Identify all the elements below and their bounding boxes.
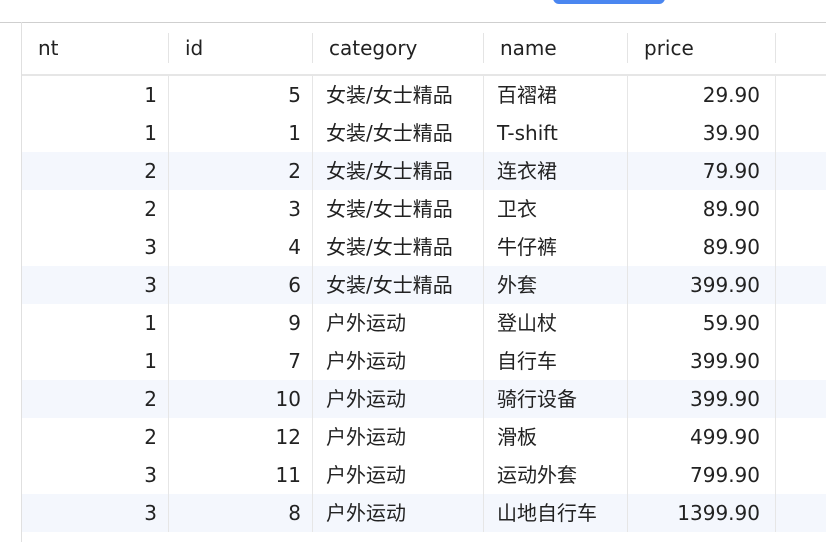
table-row[interactable]: 2 12 户外运动 滑板 499.90 bbox=[22, 418, 826, 456]
cell-nt[interactable]: 1 bbox=[22, 342, 169, 380]
cell-price[interactable]: 399.90 bbox=[628, 342, 776, 380]
table-row[interactable]: 3 11 户外运动 运动外套 799.90 bbox=[22, 456, 826, 494]
cell-nt[interactable]: 1 bbox=[22, 114, 169, 152]
cell-price[interactable]: 1399.90 bbox=[628, 494, 776, 532]
cell-name[interactable]: 骑行设备 bbox=[484, 380, 628, 418]
cell-category[interactable]: 女装/女士精品 bbox=[313, 228, 484, 266]
cell-price[interactable]: 29.90 bbox=[628, 76, 776, 114]
cell-id[interactable]: 11 bbox=[169, 456, 313, 494]
cell-nt[interactable]: 2 bbox=[22, 152, 169, 190]
table-row[interactable]: 1 7 户外运动 自行车 399.90 bbox=[22, 342, 826, 380]
cell-price[interactable]: 399.90 bbox=[628, 266, 776, 304]
table-row[interactable]: 1 9 户外运动 登山杖 59.90 bbox=[22, 304, 826, 342]
cell-name[interactable]: 连衣裙 bbox=[484, 152, 628, 190]
column-header-price[interactable]: price bbox=[628, 33, 776, 63]
grid-header: nt id category name price bbox=[22, 23, 826, 76]
cell-category[interactable]: 女装/女士精品 bbox=[313, 76, 484, 114]
cell-id[interactable]: 5 bbox=[169, 76, 313, 114]
cell-name[interactable]: T-shift bbox=[484, 114, 628, 152]
cell-nt[interactable]: 2 bbox=[22, 380, 169, 418]
table-row[interactable]: 2 3 女装/女士精品 卫衣 89.90 bbox=[22, 190, 826, 228]
cell-category[interactable]: 户外运动 bbox=[313, 494, 484, 532]
column-header-name[interactable]: name bbox=[484, 33, 628, 63]
cell-price[interactable]: 79.90 bbox=[628, 152, 776, 190]
cell-id[interactable]: 7 bbox=[169, 342, 313, 380]
cell-category[interactable]: 女装/女士精品 bbox=[313, 190, 484, 228]
cell-id[interactable]: 9 bbox=[169, 304, 313, 342]
cell-nt[interactable]: 2 bbox=[22, 190, 169, 228]
cell-price[interactable]: 499.90 bbox=[628, 418, 776, 456]
cell-nt[interactable]: 3 bbox=[22, 494, 169, 532]
table-row[interactable]: 2 2 女装/女士精品 连衣裙 79.90 bbox=[22, 152, 826, 190]
cell-price[interactable]: 59.90 bbox=[628, 304, 776, 342]
cell-id[interactable]: 3 bbox=[169, 190, 313, 228]
cell-nt[interactable]: 1 bbox=[22, 76, 169, 114]
cell-name[interactable]: 登山杖 bbox=[484, 304, 628, 342]
cell-nt[interactable]: 2 bbox=[22, 418, 169, 456]
cell-name[interactable]: 山地自行车 bbox=[484, 494, 628, 532]
cell-nt[interactable]: 3 bbox=[22, 228, 169, 266]
table-row[interactable]: 1 1 女装/女士精品 T-shift 39.90 bbox=[22, 114, 826, 152]
column-header-nt[interactable]: nt bbox=[22, 33, 169, 63]
table-row[interactable]: 3 6 女装/女士精品 外套 399.90 bbox=[22, 266, 826, 304]
cell-category[interactable]: 户外运动 bbox=[313, 456, 484, 494]
run-button[interactable] bbox=[553, 0, 665, 4]
cell-price[interactable]: 799.90 bbox=[628, 456, 776, 494]
table-row[interactable]: 1 5 女装/女士精品 百褶裙 29.90 bbox=[22, 76, 826, 114]
column-header-category[interactable]: category bbox=[313, 33, 484, 63]
cell-name[interactable]: 外套 bbox=[484, 266, 628, 304]
cell-nt[interactable]: 1 bbox=[22, 304, 169, 342]
cell-category[interactable]: 户外运动 bbox=[313, 418, 484, 456]
column-header-id[interactable]: id bbox=[169, 33, 313, 63]
cell-id[interactable]: 12 bbox=[169, 418, 313, 456]
cell-price[interactable]: 399.90 bbox=[628, 380, 776, 418]
cell-price[interactable]: 89.90 bbox=[628, 228, 776, 266]
cell-name[interactable]: 牛仔裤 bbox=[484, 228, 628, 266]
cell-category[interactable]: 户外运动 bbox=[313, 304, 484, 342]
cell-category[interactable]: 户外运动 bbox=[313, 342, 484, 380]
cell-price[interactable]: 89.90 bbox=[628, 190, 776, 228]
cell-name[interactable]: 运动外套 bbox=[484, 456, 628, 494]
cell-id[interactable]: 1 bbox=[169, 114, 313, 152]
cell-id[interactable]: 4 bbox=[169, 228, 313, 266]
cell-price[interactable]: 39.90 bbox=[628, 114, 776, 152]
result-grid: nt id category name price 1 5 女装/女士精品 百褶… bbox=[22, 23, 826, 532]
cell-nt[interactable]: 3 bbox=[22, 266, 169, 304]
cell-name[interactable]: 滑板 bbox=[484, 418, 628, 456]
cell-id[interactable]: 8 bbox=[169, 494, 313, 532]
cell-name[interactable]: 自行车 bbox=[484, 342, 628, 380]
toolbar-strip bbox=[0, 0, 826, 23]
cell-category[interactable]: 女装/女士精品 bbox=[313, 266, 484, 304]
cell-name[interactable]: 卫衣 bbox=[484, 190, 628, 228]
cell-category[interactable]: 户外运动 bbox=[313, 380, 484, 418]
cell-name[interactable]: 百褶裙 bbox=[484, 76, 628, 114]
cell-category[interactable]: 女装/女士精品 bbox=[313, 152, 484, 190]
cell-id[interactable]: 2 bbox=[169, 152, 313, 190]
cell-id[interactable]: 6 bbox=[169, 266, 313, 304]
table-row[interactable]: 3 8 户外运动 山地自行车 1399.90 bbox=[22, 494, 826, 532]
table-row[interactable]: 3 4 女装/女士精品 牛仔裤 89.90 bbox=[22, 228, 826, 266]
cell-id[interactable]: 10 bbox=[169, 380, 313, 418]
cell-category[interactable]: 女装/女士精品 bbox=[313, 114, 484, 152]
table-row[interactable]: 2 10 户外运动 骑行设备 399.90 bbox=[22, 380, 826, 418]
cell-nt[interactable]: 3 bbox=[22, 456, 169, 494]
